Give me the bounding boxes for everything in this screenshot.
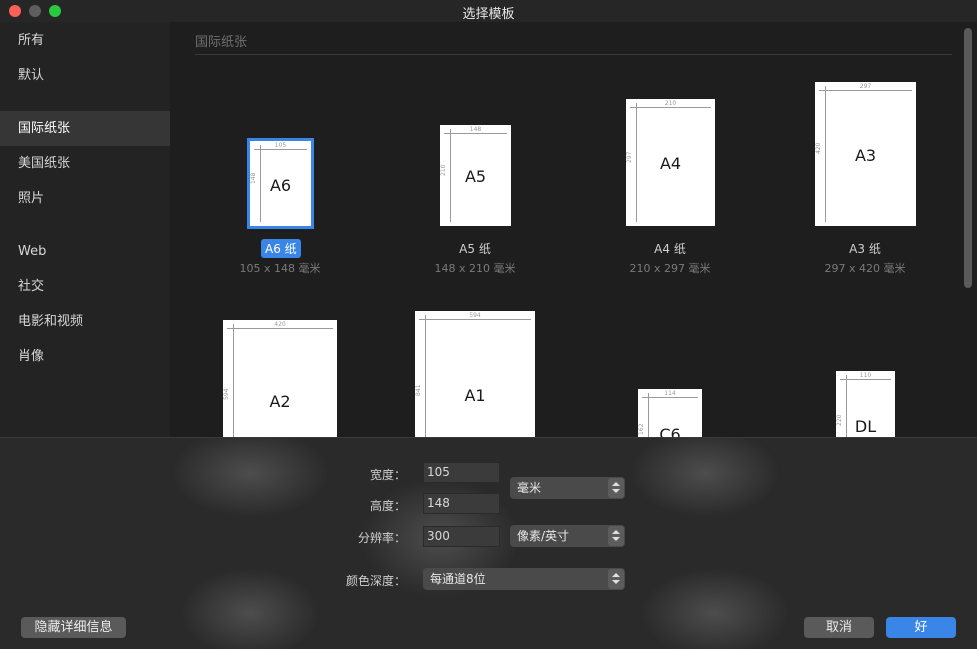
unit-select[interactable]: 毫米 [510, 477, 625, 499]
template-name: C6 [659, 425, 681, 437]
width-dimension: 594 [469, 312, 481, 319]
details-panel: 宽度： 105 高度： 148 毫米 分辨率： 300 像素/英寸 颜色深度： … [0, 437, 977, 649]
width-field[interactable]: 105 [423, 462, 500, 483]
template-thumbnail-a2[interactable]: 420 594 A2 [223, 320, 337, 437]
sidebar-item-portrait[interactable]: 肖像 [0, 339, 170, 374]
width-dimension: 110 [859, 372, 872, 379]
template-thumbnail-a5[interactable]: 148 210 A5 [440, 125, 511, 226]
template-dims-a6: 105 x 148 毫米 [239, 262, 321, 275]
chevron-up-down-icon [608, 526, 624, 546]
template-gallery: 国际纸张 105 148 A6 A6 纸 105 x 148 毫米 148 21… [170, 22, 977, 437]
template-dims-a5: 148 x 210 毫米 [434, 262, 516, 275]
width-dimension: 420 [274, 321, 286, 328]
unit-select-value: 毫米 [517, 481, 542, 495]
sidebar-item-social[interactable]: 社交 [0, 269, 170, 304]
sidebar-item-us-paper[interactable]: 美国纸张 [0, 146, 170, 181]
resolution-unit-select-value: 像素/英寸 [517, 529, 570, 543]
template-label-a6[interactable]: A6 纸 [261, 239, 301, 258]
template-name: A4 [659, 154, 682, 173]
template-label-a5[interactable]: A5 纸 [425, 240, 525, 257]
section-title: 国际纸张 [195, 35, 248, 50]
gallery-scrollbar[interactable] [964, 28, 972, 288]
sidebar-item-photo[interactable]: 照片 [0, 181, 170, 216]
section-divider [195, 54, 952, 55]
template-thumbnail-c6[interactable]: 114 162 C6 [638, 389, 702, 437]
sidebar-item-all[interactable]: 所有 [0, 23, 170, 58]
width-dimension: 297 [859, 83, 872, 90]
color-depth-select-value: 每通道8位 [430, 572, 486, 586]
title-bar: 选择模板 [0, 0, 977, 22]
resolution-field[interactable]: 300 [423, 526, 500, 547]
chevron-up-down-icon [608, 569, 624, 589]
height-field[interactable]: 148 [423, 493, 500, 514]
template-name: A2 [269, 392, 291, 411]
sidebar-item-film-video[interactable]: 电影和视频 [0, 304, 170, 339]
window-title: 选择模板 [462, 7, 515, 22]
template-thumbnail-a6[interactable]: 105 148 A6 [247, 138, 314, 229]
hide-details-button[interactable]: 隐藏详细信息 [21, 617, 126, 638]
width-dimension: 210 [664, 100, 677, 107]
template-name: A3 [854, 146, 877, 165]
sidebar-item-international-paper[interactable]: 国际纸张 [0, 111, 170, 146]
template-dims-a3: 297 x 420 毫米 [824, 262, 906, 275]
template-name: A6 [269, 176, 292, 195]
template-dims-a4: 210 x 297 毫米 [629, 262, 711, 275]
template-label-a3[interactable]: A3 纸 [815, 240, 915, 257]
template-thumbnail-dl[interactable]: 110 220 DL [836, 371, 895, 437]
width-dimension: 105 [274, 142, 287, 149]
color-depth-select[interactable]: 每通道8位 [423, 568, 625, 590]
chevron-up-down-icon [608, 478, 624, 498]
template-name: A5 [464, 167, 487, 186]
width-dimension: 148 [469, 126, 482, 133]
color-depth-label: 颜色深度： [345, 574, 406, 588]
template-thumbnail-a1[interactable]: 594 841 A1 [415, 311, 535, 437]
resolution-label: 分辨率： [357, 531, 406, 545]
template-name: DL [854, 417, 877, 436]
sidebar-item-web[interactable]: Web [0, 234, 170, 269]
width-dimension: 114 [664, 390, 676, 397]
height-label: 高度： [369, 499, 406, 513]
template-thumbnail-a3[interactable]: 297 420 A3 [815, 82, 916, 226]
width-label: 宽度： [369, 468, 406, 482]
sidebar-item-default[interactable]: 默认 [0, 58, 170, 93]
template-name: A1 [464, 386, 486, 405]
cancel-button[interactable]: 取消 [804, 617, 874, 638]
category-sidebar: 所有 默认 国际纸张 美国纸张 照片 Web 社交 电影和视频 肖像 [0, 22, 170, 437]
template-thumbnail-a4[interactable]: 210 297 A4 [626, 99, 715, 226]
template-label-a4[interactable]: A4 纸 [620, 240, 720, 257]
resolution-unit-select[interactable]: 像素/英寸 [510, 525, 625, 547]
ok-button[interactable]: 好 [886, 617, 956, 638]
